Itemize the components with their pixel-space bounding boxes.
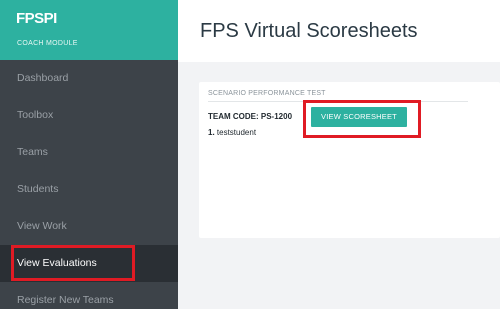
sidebar-item-teams[interactable]: Teams xyxy=(0,134,178,171)
sidebar-item-dashboard[interactable]: Dashboard xyxy=(0,60,178,97)
sidebar-item-toolbox[interactable]: Toolbox xyxy=(0,97,178,134)
list-item: 1. teststudent xyxy=(208,128,256,137)
sidebar-item-register-new-teams[interactable]: Register New Teams xyxy=(0,282,178,309)
sidebar-item-view-work[interactable]: View Work xyxy=(0,208,178,245)
page-title: FPS Virtual Scoresheets xyxy=(200,20,418,42)
page-header: FPS Virtual Scoresheets xyxy=(178,0,500,62)
annotation-highlight-box xyxy=(303,100,421,138)
brand-subtitle: COACH MODULE xyxy=(17,40,78,47)
annotation-highlight-box xyxy=(11,245,135,281)
app-window: FPSPI COACH MODULE Dashboard Toolbox Tea… xyxy=(0,0,500,309)
brand-header[interactable]: FPSPI COACH MODULE xyxy=(0,0,178,60)
sidebar-item-students[interactable]: Students xyxy=(0,171,178,208)
brand-logo: FPSPI xyxy=(16,10,57,27)
card-section-title: SCENARIO PERFORMANCE TEST xyxy=(208,90,326,97)
team-code-label: TEAM CODE: PS-1200 xyxy=(208,112,293,121)
sidebar: FPSPI COACH MODULE Dashboard Toolbox Tea… xyxy=(0,0,178,309)
student-name: teststudent xyxy=(216,128,257,137)
student-number: 1. xyxy=(208,128,215,137)
